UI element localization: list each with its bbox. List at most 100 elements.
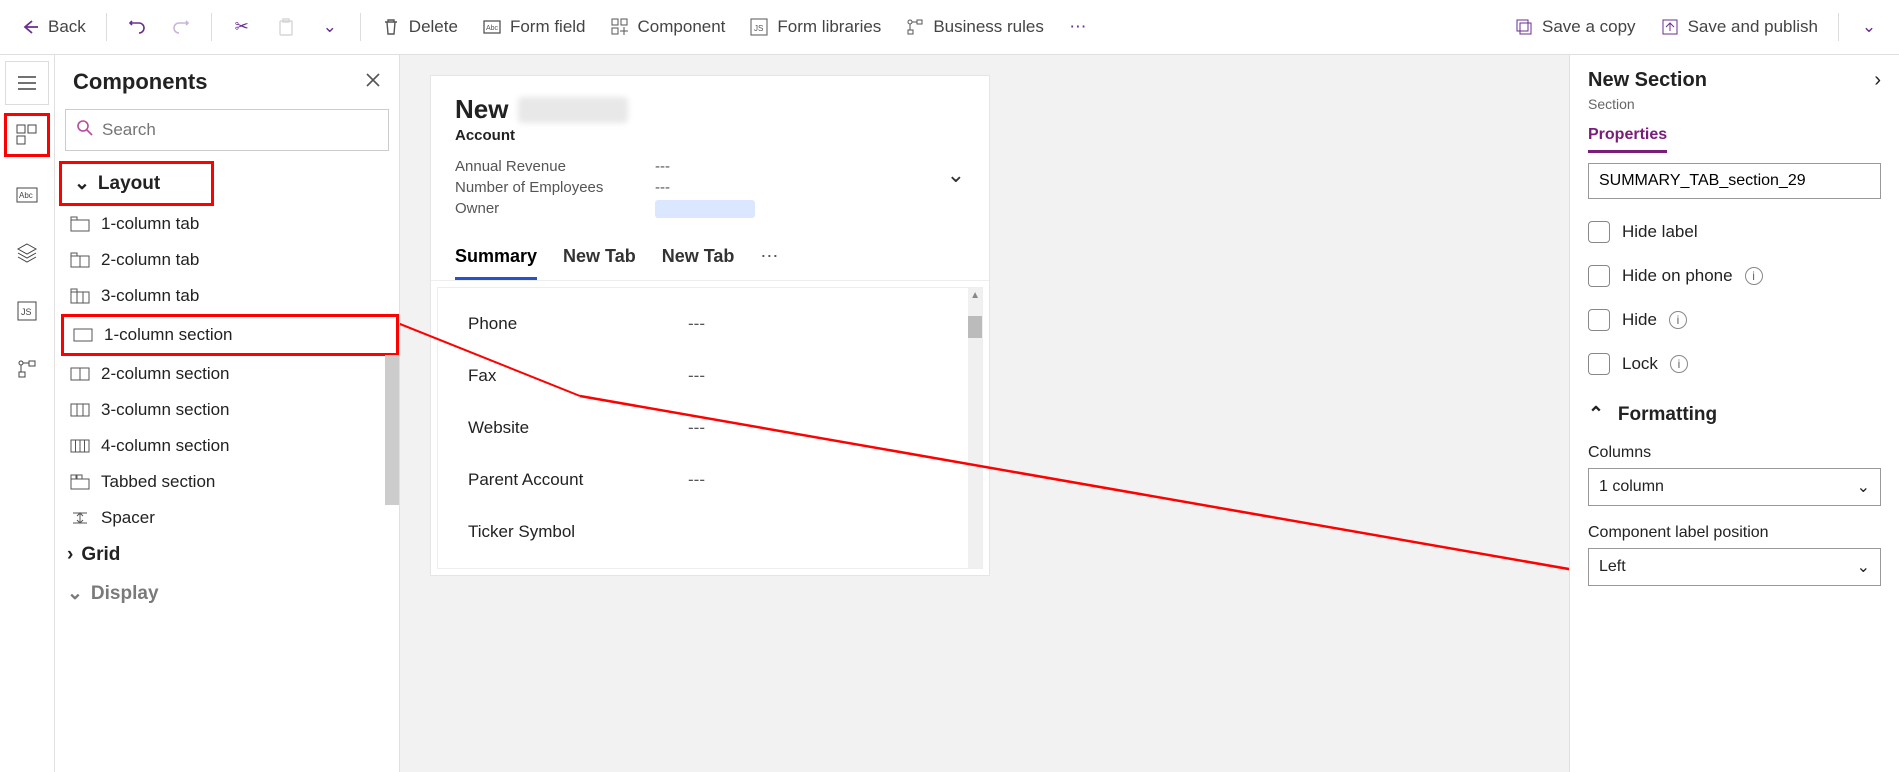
delete-button[interactable]: Delete [371, 11, 468, 43]
rail-components-button[interactable] [4, 113, 50, 157]
item-1-column-section[interactable]: 1-column section [61, 314, 399, 356]
toolbar: Back ✂ ⌄ Delete Abc Form field [0, 0, 1899, 55]
item-2-column-tab[interactable]: 2-column tab [61, 242, 399, 278]
tab-new-2[interactable]: New Tab [662, 246, 735, 280]
cut-button[interactable]: ✂ [222, 11, 262, 43]
display-group-header[interactable]: ⌄ Display [55, 574, 399, 613]
more-commands-button[interactable]: ⋯ [1058, 11, 1098, 43]
props-expand-chevron-icon[interactable]: › [1874, 69, 1881, 92]
item-3-column-section[interactable]: 3-column section [61, 392, 399, 428]
form-tabs: Summary New Tab New Tab ⋯ [431, 230, 989, 281]
section-scrollbar[interactable]: ▲ [968, 288, 982, 568]
js-icon: JS [16, 300, 38, 322]
form-libraries-button[interactable]: JS Form libraries [739, 11, 891, 43]
back-label: Back [48, 17, 86, 37]
svg-text:Abc: Abc [19, 191, 33, 200]
component-button[interactable]: Component [600, 11, 736, 43]
field-website[interactable]: Website --- [448, 402, 972, 454]
business-rules-button[interactable]: Business rules [895, 11, 1054, 43]
separator [211, 13, 212, 41]
scroll-up-icon[interactable]: ▲ [970, 290, 980, 301]
chevron-down-icon: ⌄ [1857, 557, 1870, 577]
rail-fields-button[interactable]: Abc [7, 175, 47, 215]
svg-text:Abc: Abc [486, 25, 499, 32]
props-tab-properties[interactable]: Properties [1588, 126, 1667, 153]
form-field-button[interactable]: Abc Form field [472, 11, 596, 43]
panel-scrollbar-thumb[interactable] [385, 355, 399, 505]
search-input[interactable] [102, 120, 378, 140]
redo-button[interactable] [161, 11, 201, 43]
separator [1838, 13, 1839, 41]
save-more-button[interactable]: ⌄ [1849, 11, 1889, 43]
label-position-select[interactable]: Left ⌄ [1588, 548, 1881, 586]
rail-js-button[interactable]: JS [7, 291, 47, 331]
save-publish-button[interactable]: Save and publish [1650, 11, 1828, 43]
spacer-icon [69, 509, 91, 527]
left-rail: Abc JS [0, 55, 55, 772]
rail-layers-button[interactable] [7, 233, 47, 273]
paste-button[interactable] [266, 11, 306, 43]
item-2-column-section[interactable]: 2-column section [61, 356, 399, 392]
formatting-section-header[interactable]: ⌃ Formatting [1588, 403, 1881, 426]
paste-more-button[interactable]: ⌄ [310, 11, 350, 43]
section-1col-icon [72, 326, 94, 344]
tabs-more-button[interactable]: ⋯ [760, 246, 778, 280]
chevron-down-icon: ⌄ [74, 172, 90, 195]
item-1-column-tab[interactable]: 1-column tab [61, 206, 399, 242]
back-arrow-icon [20, 17, 40, 37]
info-icon[interactable]: i [1670, 355, 1688, 373]
checkbox-icon[interactable] [1588, 309, 1610, 331]
meta-annual-revenue[interactable]: Annual Revenue --- [455, 156, 947, 177]
form-section[interactable]: Phone --- Fax --- Website --- Parent Acc… [437, 287, 983, 569]
hamburger-button[interactable] [5, 61, 49, 105]
section-scrollbar-thumb[interactable] [968, 316, 982, 338]
field-phone[interactable]: Phone --- [448, 298, 972, 350]
meta-owner[interactable]: Owner [455, 198, 947, 220]
tab-new-1[interactable]: New Tab [563, 246, 636, 280]
checkbox-icon[interactable] [1588, 221, 1610, 243]
header-collapse-chevron-icon[interactable]: ⌄ [947, 162, 965, 188]
props-title: New Section [1588, 69, 1707, 92]
layout-group-header[interactable]: ⌄ Layout [59, 161, 214, 206]
checkbox-icon[interactable] [1588, 353, 1610, 375]
checkbox-hide[interactable]: Hide i [1588, 309, 1881, 331]
chevron-right-icon: › [67, 544, 73, 566]
info-icon[interactable]: i [1745, 267, 1763, 285]
save-copy-button[interactable]: Save a copy [1504, 11, 1646, 43]
columns-label: Columns [1588, 444, 1881, 462]
checkbox-icon[interactable] [1588, 265, 1610, 287]
info-icon[interactable]: i [1669, 311, 1687, 329]
cut-icon: ✂ [232, 17, 252, 37]
item-tabbed-section[interactable]: Tabbed section [61, 464, 399, 500]
field-fax[interactable]: Fax --- [448, 350, 972, 402]
checkbox-hide-phone[interactable]: Hide on phone i [1588, 265, 1881, 287]
search-box[interactable] [65, 109, 389, 151]
section-4col-icon [69, 437, 91, 455]
columns-select[interactable]: 1 column ⌄ [1588, 468, 1881, 506]
item-4-column-section[interactable]: 4-column section [61, 428, 399, 464]
display-group-label: Display [91, 583, 159, 605]
tree-icon [16, 358, 38, 380]
grid-group-header[interactable]: › Grid [55, 536, 399, 574]
undo-button[interactable] [117, 11, 157, 43]
item-spacer[interactable]: Spacer [61, 500, 399, 536]
close-panel-button[interactable] [365, 72, 381, 93]
checkbox-hide-label[interactable]: Hide label [1588, 221, 1881, 243]
properties-panel: New Section › Section Properties Hide la… [1569, 55, 1899, 772]
checkbox-lock[interactable]: Lock i [1588, 353, 1881, 375]
rail-tree-button[interactable] [7, 349, 47, 389]
separator [360, 13, 361, 41]
back-button[interactable]: Back [10, 11, 96, 43]
form-title-prefix: New [455, 94, 508, 125]
meta-num-employees[interactable]: Number of Employees --- [455, 177, 947, 198]
props-breadcrumb: Section [1588, 96, 1881, 112]
form-libraries-label: Form libraries [777, 17, 881, 37]
form-canvas[interactable]: New Account Annual Revenue --- Number of… [430, 75, 990, 576]
section-name-input[interactable] [1588, 163, 1881, 199]
save-copy-label: Save a copy [1542, 17, 1636, 37]
tab-summary[interactable]: Summary [455, 246, 537, 280]
field-ticker-symbol[interactable]: Ticker Symbol [448, 506, 972, 558]
field-parent-account[interactable]: Parent Account --- [448, 454, 972, 506]
item-3-column-tab[interactable]: 3-column tab [61, 278, 399, 314]
paste-icon [276, 17, 296, 37]
